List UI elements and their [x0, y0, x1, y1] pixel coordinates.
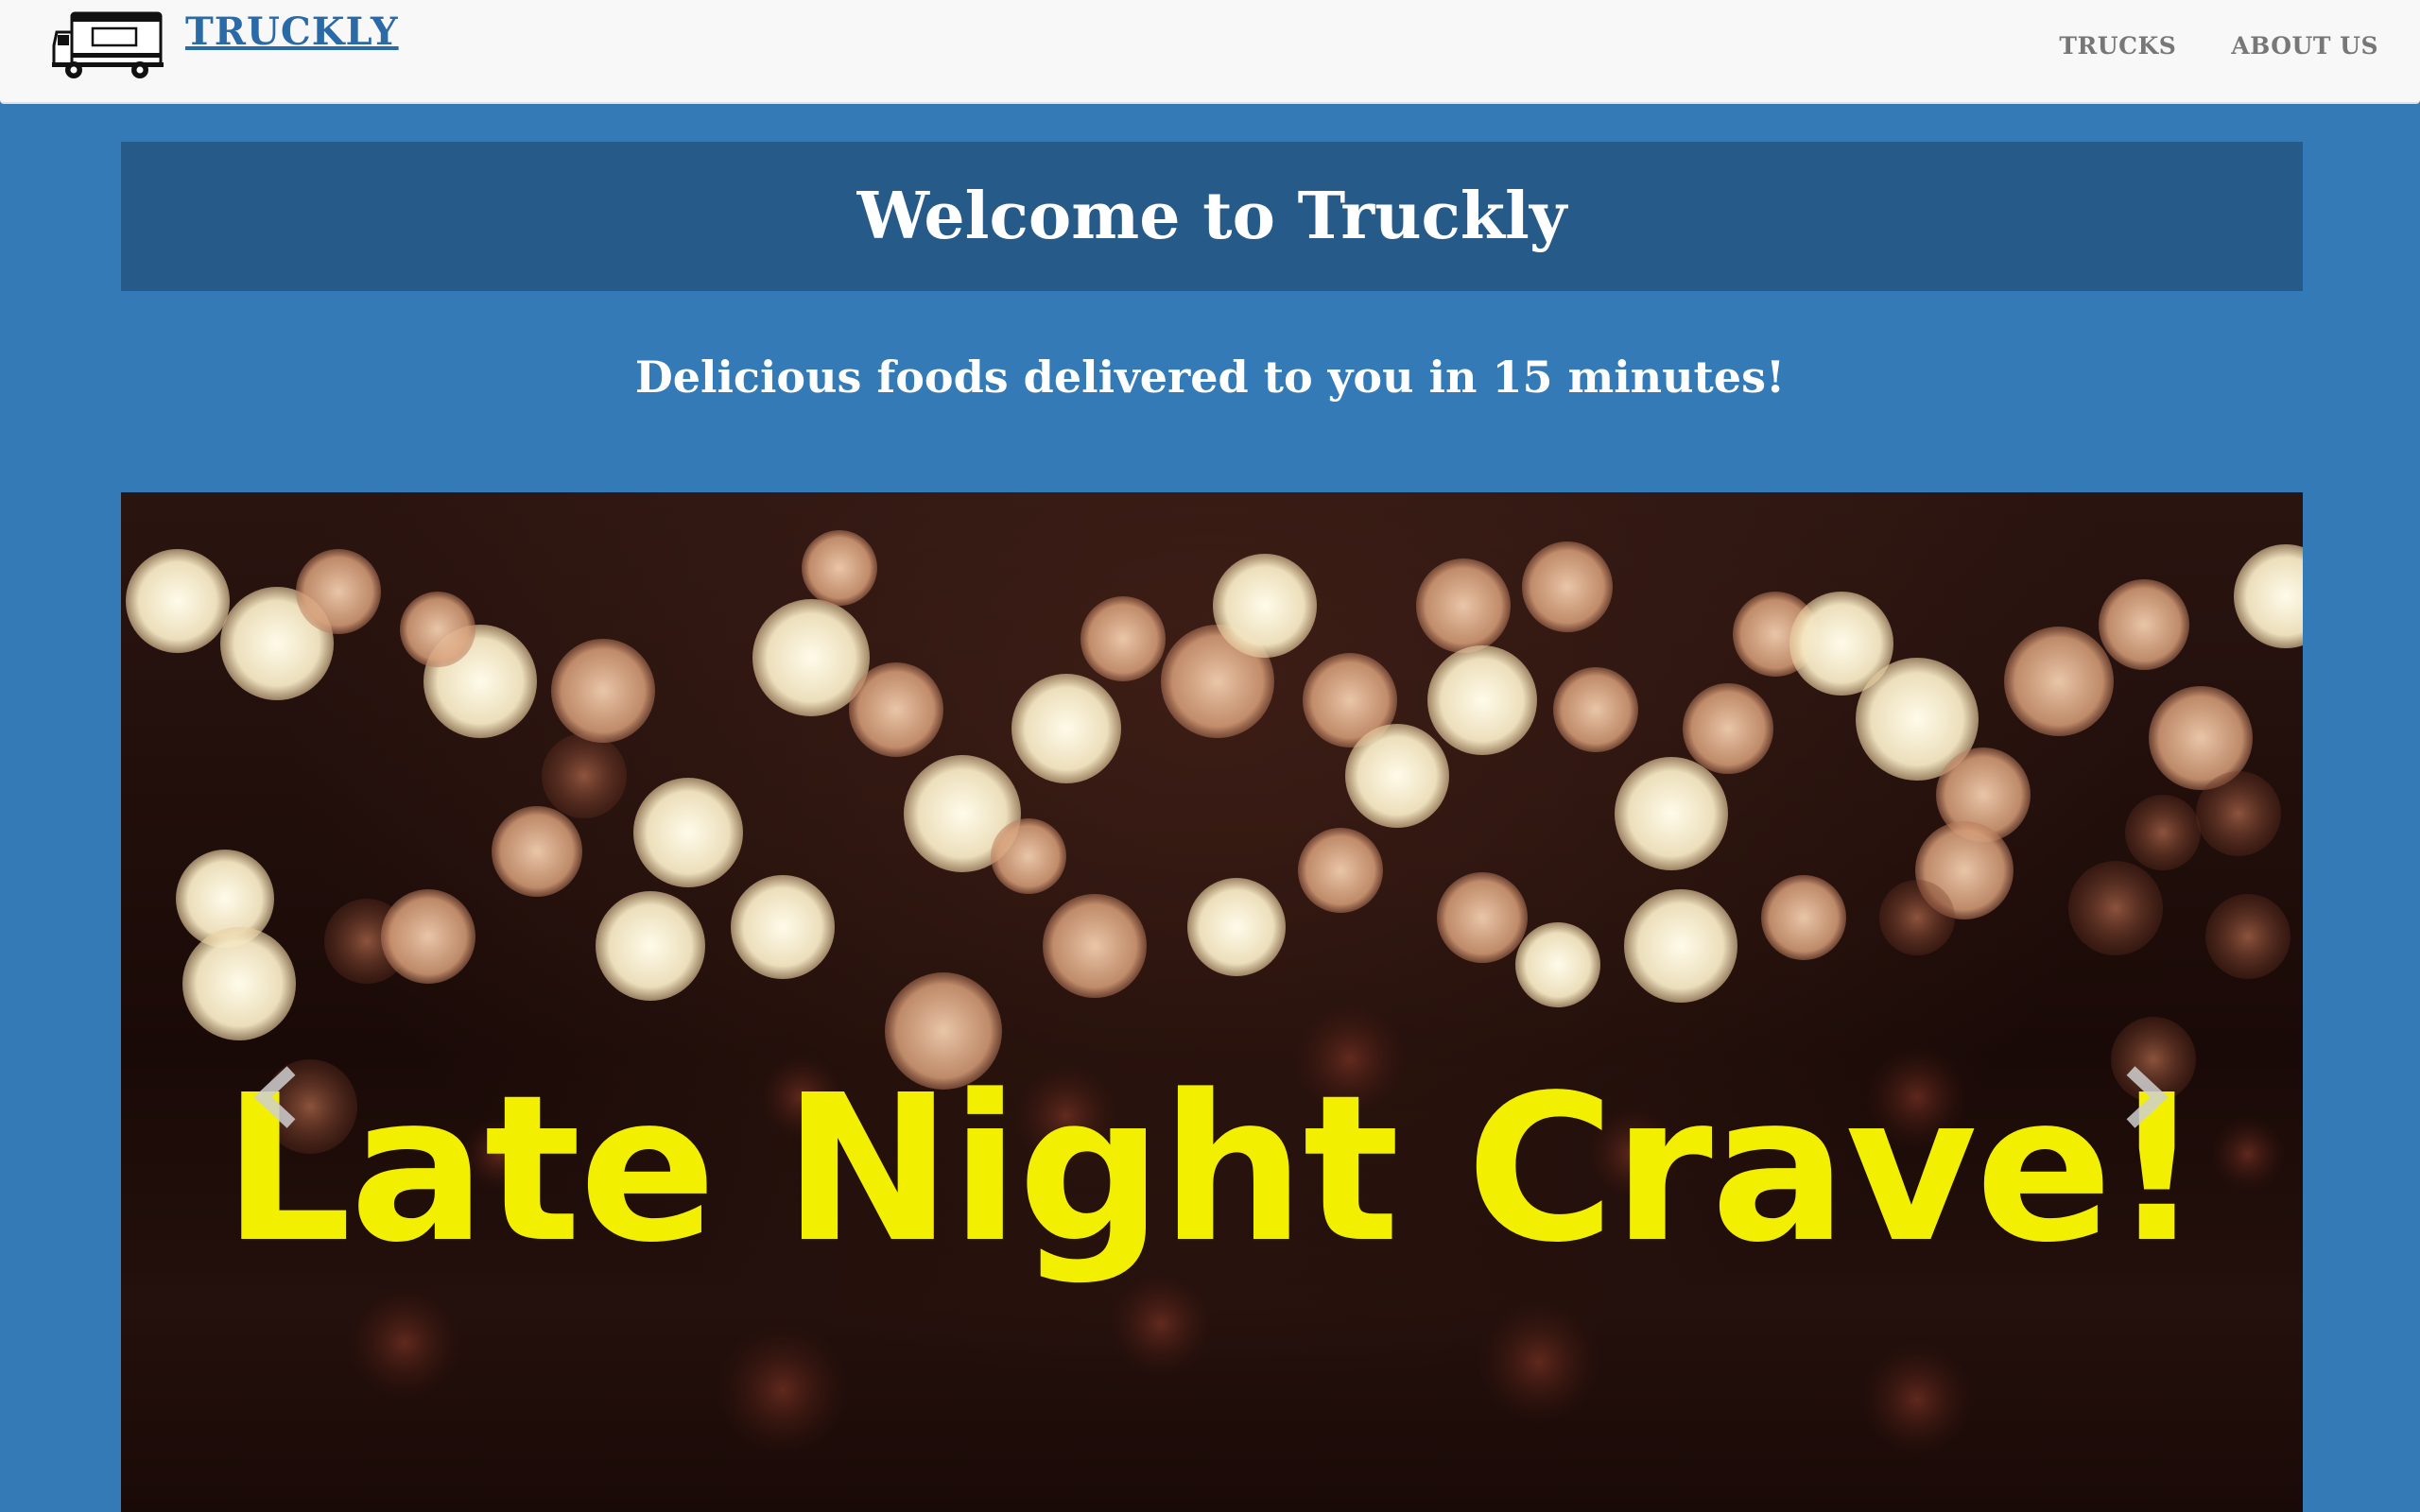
bokeh-light	[296, 549, 381, 634]
bokeh-light	[1860, 1343, 1974, 1456]
bokeh-light	[1345, 724, 1449, 828]
bokeh-light	[1761, 875, 1846, 960]
page-title: Welcome to Truckly	[856, 179, 1567, 254]
bokeh-light	[1437, 872, 1528, 963]
bokeh-light	[991, 818, 1066, 894]
bokeh-light	[1522, 541, 1613, 632]
bokeh-light	[1043, 894, 1147, 998]
carousel-caption: Late Night Crave!	[222, 1052, 2204, 1287]
top-navbar: TRUCKLY TRUCKS ABOUT US	[0, 0, 2420, 104]
bokeh-light	[1298, 828, 1383, 913]
bokeh-light	[2099, 579, 2189, 670]
bokeh-light	[849, 662, 943, 757]
bokeh-light	[1515, 922, 1600, 1007]
bokeh-light	[1416, 558, 1511, 653]
bokeh-light	[1615, 757, 1728, 870]
bokeh-light	[1553, 667, 1638, 752]
bokeh-light	[1080, 596, 1166, 681]
bokeh-light	[1427, 645, 1537, 755]
nav-link-about-us[interactable]: ABOUT US	[2231, 32, 2378, 60]
bokeh-light	[381, 889, 475, 984]
bokeh-light	[802, 530, 877, 606]
image-carousel[interactable]: Late Night Crave!	[121, 492, 2303, 1512]
bokeh-light	[2068, 861, 2163, 955]
bokeh-light	[1879, 880, 1955, 955]
food-truck-icon[interactable]	[51, 9, 164, 79]
bokeh-light	[551, 639, 655, 743]
bokeh-light	[1011, 674, 1121, 783]
chevron-left-icon[interactable]	[242, 1059, 318, 1135]
bokeh-light	[633, 778, 743, 887]
bokeh-light	[2004, 627, 2114, 736]
welcome-banner: Welcome to Truckly	[121, 142, 2303, 291]
bokeh-light	[596, 891, 705, 1001]
bokeh-light	[2205, 894, 2290, 979]
nav-link-trucks[interactable]: TRUCKS	[2059, 32, 2176, 60]
bokeh-light	[542, 733, 627, 818]
bokeh-light	[400, 592, 475, 667]
bokeh-light	[2196, 771, 2281, 856]
bokeh-light	[348, 1286, 461, 1400]
bokeh-light	[2125, 795, 2201, 870]
bokeh-light	[492, 806, 582, 897]
bokeh-light	[126, 549, 230, 653]
bokeh-light	[717, 1324, 849, 1456]
bokeh-light	[1187, 878, 1286, 976]
bokeh-light	[1478, 1300, 1600, 1423]
bokeh-lights-image	[126, 530, 2303, 1456]
bokeh-light	[2234, 544, 2303, 648]
brand-link[interactable]: TRUCKLY	[185, 9, 399, 54]
bokeh-light	[182, 927, 296, 1040]
bokeh-light	[1624, 889, 1737, 1003]
bokeh-light	[731, 875, 835, 979]
nav-links: TRUCKS ABOUT US	[2059, 32, 2378, 60]
tagline: Delicious foods delivered to you in 15 m…	[634, 352, 1786, 403]
bokeh-light	[1683, 683, 1773, 774]
bokeh-light	[1109, 1272, 1213, 1376]
chevron-right-icon[interactable]	[2104, 1059, 2180, 1135]
bokeh-light	[1213, 554, 1317, 658]
